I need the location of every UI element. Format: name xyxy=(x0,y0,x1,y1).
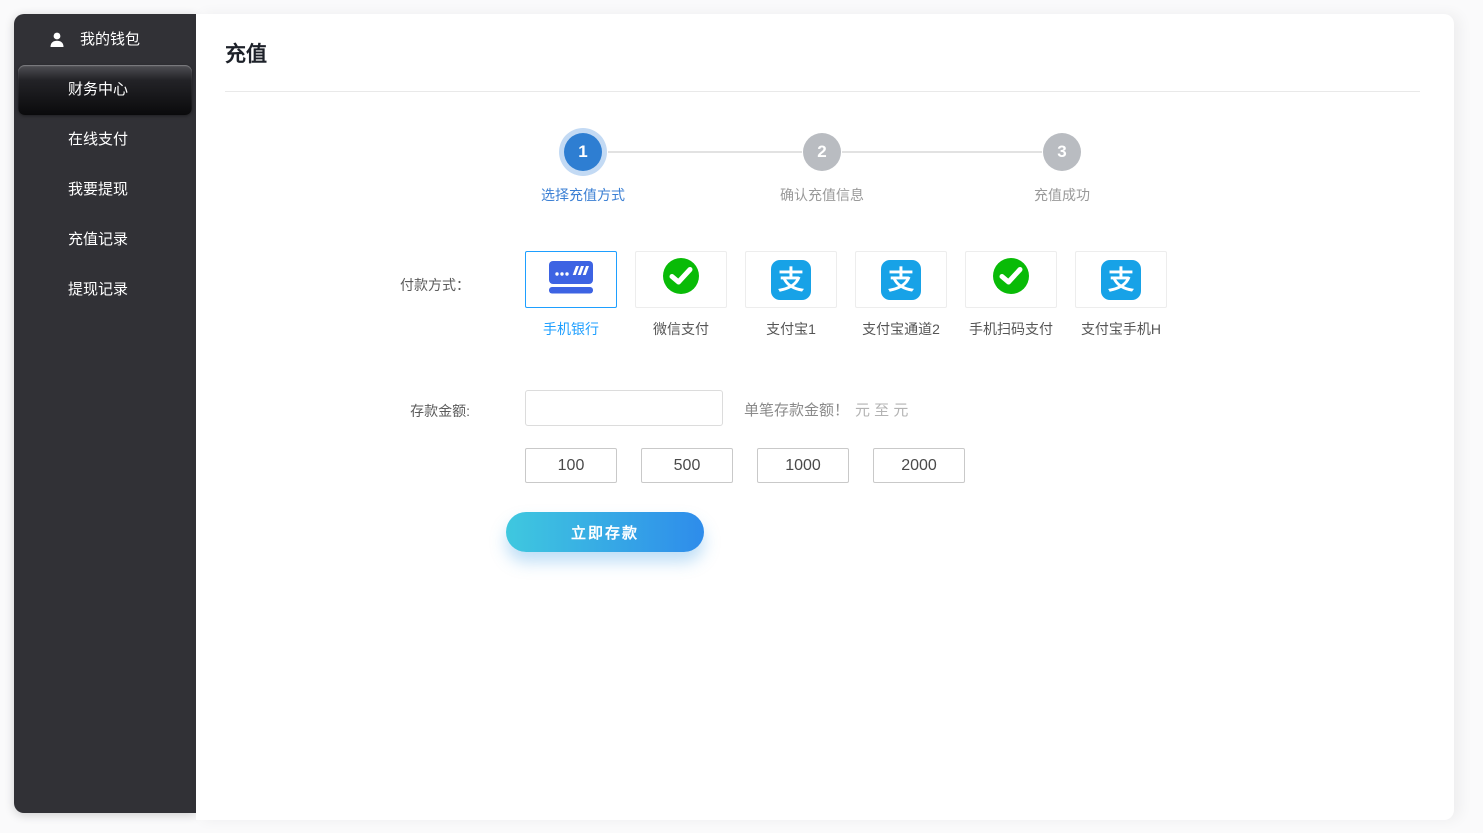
payment-method-list: 手机银行 微信支付 支 支付宝1 支 xyxy=(525,251,1167,339)
preset-amounts: 100 500 1000 2000 xyxy=(525,448,965,483)
sidebar-item-label: 财务中心 xyxy=(68,81,128,98)
payment-option-label: 支付宝通道2 xyxy=(855,319,947,339)
deposit-amount-label: 存款金额: xyxy=(336,401,470,421)
payment-option-box: 支 xyxy=(745,251,837,308)
step-label: 选择充值方式 xyxy=(503,185,663,205)
payment-option-mobile-scan[interactable]: 手机扫码支付 xyxy=(965,251,1057,339)
deposit-now-button[interactable]: 立即存款 xyxy=(506,512,704,552)
bank-card-icon xyxy=(548,260,594,299)
step-number-badge: 1 xyxy=(564,133,602,171)
page-title: 充值 xyxy=(225,38,267,68)
sidebar: 我的钱包 财务中心 在线支付 我要提现 充值记录 提现记录 xyxy=(14,14,196,813)
sidebar-item-label: 在线支付 xyxy=(68,131,128,148)
sidebar-item-label: 提现记录 xyxy=(68,281,128,298)
alipay-icon: 支 xyxy=(881,260,921,300)
step-select-method: 1 选择充值方式 xyxy=(503,133,663,205)
step-label: 确认充值信息 xyxy=(742,185,902,205)
payment-option-mobile-bank[interactable]: 手机银行 xyxy=(525,251,617,339)
deposit-amount-hint: 单笔存款金额！ 元 至 元 xyxy=(744,399,908,420)
alipay-icon: 支 xyxy=(1101,260,1141,300)
deposit-amount-input[interactable] xyxy=(525,390,723,426)
step-number-badge: 2 xyxy=(803,133,841,171)
payment-option-wechat[interactable]: 微信支付 xyxy=(635,251,727,339)
payment-option-alipay-channel-2[interactable]: 支 支付宝通道2 xyxy=(855,251,947,339)
person-icon xyxy=(48,31,66,49)
sidebar-item-withdraw[interactable]: 我要提现 xyxy=(14,165,196,215)
payment-option-box xyxy=(635,251,727,308)
sidebar-item-recharge-records[interactable]: 充值记录 xyxy=(14,215,196,265)
alipay-icon: 支 xyxy=(771,260,811,300)
hint-range: 元 至 元 xyxy=(855,402,908,419)
hint-prefix: 单笔存款金额！ xyxy=(744,402,849,419)
sidebar-item-finance-center[interactable]: 财务中心 xyxy=(18,65,192,115)
sidebar-item-label: 充值记录 xyxy=(68,231,128,248)
title-divider xyxy=(225,91,1420,92)
sidebar-item-label: 我要提现 xyxy=(68,181,128,198)
payment-option-label: 支付宝手机H xyxy=(1075,319,1167,339)
sidebar-item-label: 我的钱包 xyxy=(80,15,140,65)
step-success: 3 充值成功 xyxy=(982,133,1142,205)
preset-amount-2000[interactable]: 2000 xyxy=(873,448,965,483)
step-label: 充值成功 xyxy=(982,185,1142,205)
sidebar-item-online-payment[interactable]: 在线支付 xyxy=(14,115,196,165)
preset-amount-100[interactable]: 100 xyxy=(525,448,617,483)
payment-method-label: 付款方式： xyxy=(336,275,470,295)
sidebar-item-my-wallet[interactable]: 我的钱包 xyxy=(14,15,196,65)
payment-option-label: 支付宝1 xyxy=(745,319,837,339)
main-content-card: 充值 1 选择充值方式 2 确认充值信息 3 充值成功 付款方式： xyxy=(196,14,1454,820)
payment-option-alipay-1[interactable]: 支 支付宝1 xyxy=(745,251,837,339)
payment-option-label: 手机银行 xyxy=(525,319,617,339)
payment-option-box: 支 xyxy=(1075,251,1167,308)
wechat-pay-icon xyxy=(659,255,703,304)
sidebar-item-withdraw-records[interactable]: 提现记录 xyxy=(14,265,196,315)
payment-option-box xyxy=(965,251,1057,308)
payment-option-alipay-mobile-h[interactable]: 支 支付宝手机H xyxy=(1075,251,1167,339)
payment-option-label: 微信支付 xyxy=(635,319,727,339)
payment-option-label: 手机扫码支付 xyxy=(965,319,1057,339)
step-confirm-info: 2 确认充值信息 xyxy=(742,133,902,205)
step-number-badge: 3 xyxy=(1043,133,1081,171)
payment-option-box: 支 xyxy=(855,251,947,308)
preset-amount-1000[interactable]: 1000 xyxy=(757,448,849,483)
preset-amount-500[interactable]: 500 xyxy=(641,448,733,483)
payment-option-box xyxy=(525,251,617,308)
wechat-pay-icon xyxy=(989,255,1033,304)
